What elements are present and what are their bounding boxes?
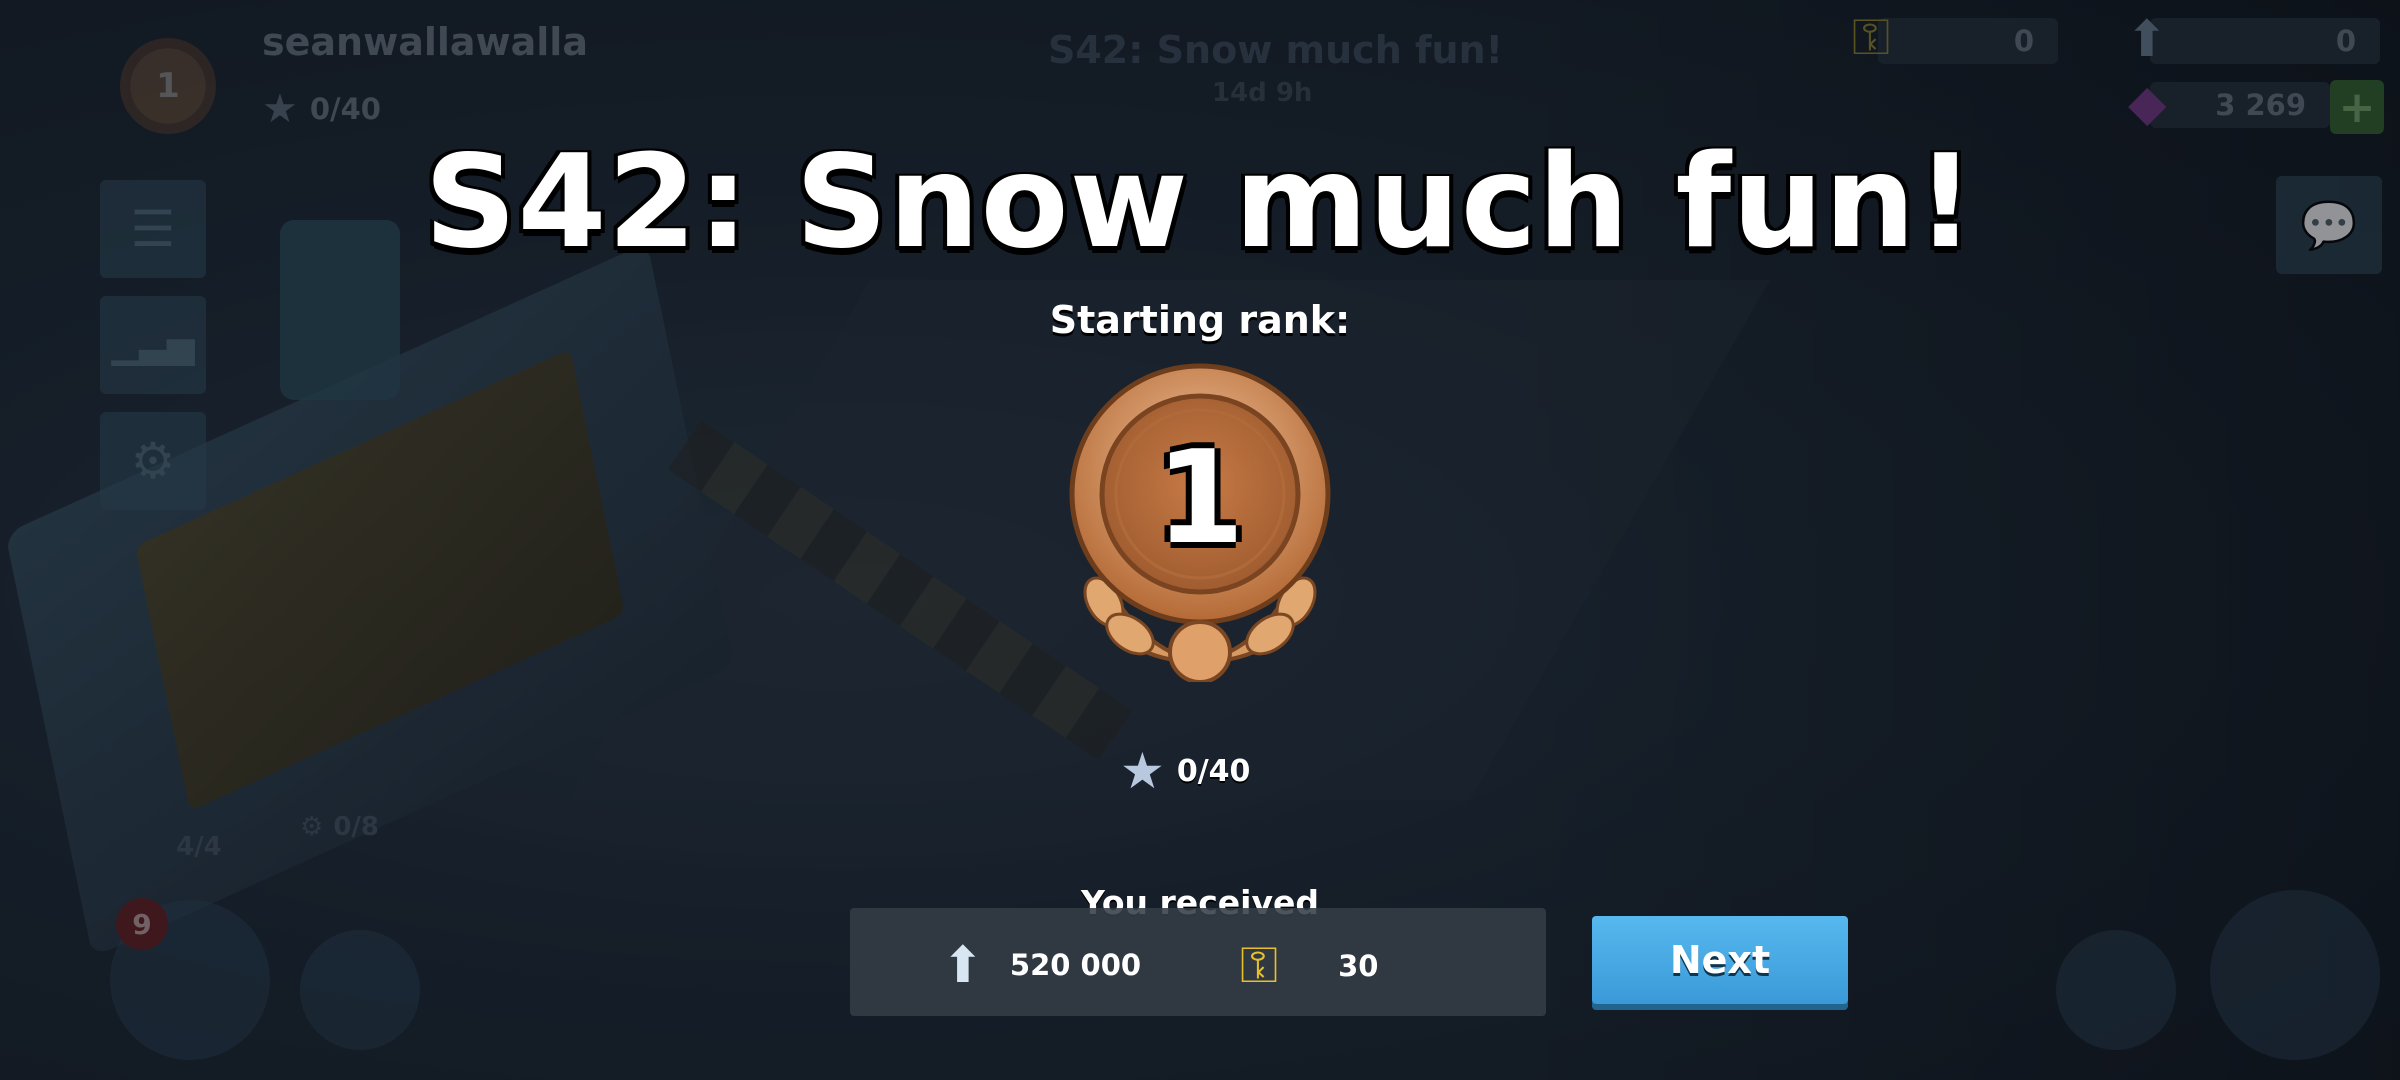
season-title: S42: Snow much fun!: [424, 128, 1976, 277]
intel-icon: ⬆: [942, 936, 984, 994]
reward-intel-value: 520 000: [1009, 948, 1142, 982]
reward-keys: ⚿ 30: [1240, 936, 1378, 995]
rank-number: 1: [1155, 424, 1245, 573]
rank-medal: 1: [1060, 362, 1340, 684]
reward-intel: ⬆ 520 000: [942, 936, 1141, 994]
rewards-panel: ⬆ 520 000 ⚿ 30: [850, 908, 1546, 1016]
reward-keys-value: 30: [1338, 948, 1379, 983]
starting-rank-label: Starting rank:: [1049, 298, 1351, 342]
season-stars: ★ 0/40: [1120, 742, 1250, 800]
next-button[interactable]: Next: [1592, 916, 1848, 1004]
star-icon: ★: [1120, 742, 1165, 800]
season-stars-count: 0/40: [1176, 753, 1251, 789]
key-icon: ⚿: [1240, 936, 1279, 994]
